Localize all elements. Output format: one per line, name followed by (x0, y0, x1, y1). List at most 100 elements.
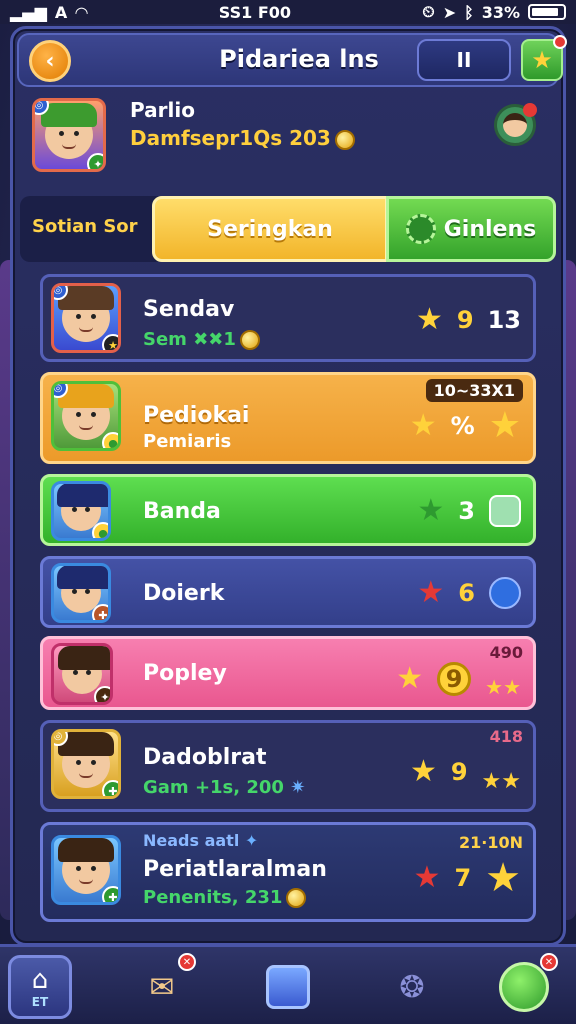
star-icon: ★ (415, 302, 443, 337)
row-name: Banda (143, 499, 221, 524)
notification-badge-icon: ✕ (540, 953, 558, 971)
row-sub: Pemiaris (143, 431, 232, 452)
sparkle-icon: ✦ (244, 831, 259, 850)
plus-badge-icon: ✚ (102, 886, 118, 902)
two-stars-icon: ★★ (485, 675, 521, 699)
player-subtitle: Damfsepr1Qs 203 (130, 126, 355, 150)
list-item[interactable]: ✚ Neads aatl ✦ 21·10N Periatlaralman Pen… (40, 822, 536, 922)
home-icon: ⌂ (31, 965, 49, 995)
row-name: Popley (143, 661, 227, 686)
row-avatar: ◎ ✚ (51, 729, 121, 799)
nav-chat-button[interactable]: ❂ (380, 955, 444, 1019)
location-icon: ➤ (442, 2, 457, 22)
section-label: Sotian Sor (32, 216, 138, 237)
row-value: 9 (456, 306, 474, 334)
gem-icon (489, 495, 521, 527)
status-right: ⏲ ➤ ᛒ 33% (422, 2, 566, 22)
orb-icon (489, 577, 521, 609)
badge-icon: ✚ (92, 604, 108, 620)
signal-icon: ▂▄▆ (10, 2, 47, 22)
coin-icon (286, 888, 307, 908)
tab-bar: Sotian Sor Seringkan Ginlens (20, 196, 556, 262)
row-value: % (450, 412, 475, 440)
player-name: Parlio (130, 98, 195, 122)
pause-button[interactable]: II (417, 39, 511, 81)
coin-badge-icon: ● (102, 432, 118, 448)
row-value: 6 (458, 579, 475, 607)
scroll-icon: ✉ (149, 969, 175, 1005)
row-avatar: ◎ ● (51, 381, 121, 451)
list-item[interactable]: ◎ ★ Sendav Sem ✖✖1 ★ 9 13 (40, 274, 536, 362)
plus-badge-icon: ✚ (102, 780, 118, 796)
chat-icon: ❂ (399, 969, 425, 1005)
star-icon: ★ (409, 753, 437, 789)
bluetooth-icon: ᛒ (464, 2, 474, 22)
bottom-nav: ⌂ ET ✉ ✕ ❂ ✕ (0, 944, 576, 1024)
spark-icon: ✷ (290, 777, 306, 798)
two-stars-icon: ★★ (481, 769, 521, 794)
back-arrow-icon: ‹ (45, 48, 55, 74)
gear-icon (405, 214, 436, 244)
back-button[interactable]: ‹ (29, 40, 71, 82)
row-extra: 13 (487, 306, 521, 334)
coin-icon (334, 129, 355, 150)
plus-badge-icon: ✦ (87, 153, 103, 169)
star-icon: ★ (396, 661, 424, 696)
row-avatar: ✚ (51, 835, 121, 905)
row-stats: ★ 3 (417, 495, 521, 527)
tab-seringkan[interactable]: Seringkan (152, 196, 388, 262)
status-bar: ▂▄▆ A ◠ SS1 F00 ⏲ ➤ ᛒ 33% (0, 0, 576, 24)
tab-ginlens[interactable]: Ginlens (386, 196, 556, 262)
battery-percent: 33% (481, 2, 520, 22)
row-sub: Sem ✖✖1 (143, 329, 260, 350)
list-item[interactable]: ✦ 490 Popley ★ 9 ★★ (40, 636, 536, 710)
row-stats: ★ 6 (417, 577, 521, 609)
row-name: Periatlaralman (143, 857, 327, 882)
nav-shield-button[interactable] (256, 955, 320, 1019)
badge-icon: ✦ (94, 686, 110, 702)
star-icon: ★ (413, 860, 441, 895)
star-icon: ★ (417, 575, 445, 610)
shield-icon (266, 965, 310, 1009)
row-avatar: ● (51, 481, 111, 541)
player-avatar[interactable]: ◎ ✦ (32, 98, 106, 172)
list-item[interactable]: ● Banda ★ 3 (40, 474, 536, 546)
star-icon: ★ (409, 408, 437, 443)
row-stats: ★ 9 13 (416, 305, 521, 335)
row-name: Doierk (143, 581, 225, 606)
tab-ginlens-label: Ginlens (443, 216, 537, 242)
row-value: 3 (458, 497, 475, 525)
row-name: Dadoblrat (143, 745, 267, 770)
nav-home-label: ET (31, 995, 49, 1009)
star-badge-icon: ★ (102, 334, 118, 350)
row-avatar: ✦ (51, 643, 113, 705)
list-item[interactable]: ✚ Doierk ★ 6 (40, 556, 536, 628)
friend-face-icon (503, 113, 527, 137)
notification-dot (553, 35, 567, 49)
row-stats: ★ 7 ★ (413, 858, 521, 898)
list-item[interactable]: ◎ ✚ 418 Dadoblrat Gam +1s, 200 ✷ ★ 9 ★★ (40, 720, 536, 812)
page-title: Pidariea lns (219, 45, 379, 73)
row-sub: Gam +1s, 200 ✷ (143, 777, 306, 798)
row-name: Pediokai (143, 403, 250, 428)
green-orb-icon (499, 962, 549, 1012)
coin-icon (239, 330, 260, 350)
nav-play-button[interactable]: ✕ (492, 953, 558, 1019)
nav-scroll-button[interactable]: ✉ ✕ (130, 953, 196, 1019)
header-bar: ‹ Pidariea lns II ★ (17, 33, 567, 87)
profile-section: ◎ ✦ Parlio Damfsepr1Qs 203 (20, 92, 540, 184)
nav-home-button[interactable]: ⌂ ET (8, 955, 72, 1019)
favorites-button[interactable]: ★ (521, 35, 567, 81)
row-stats: ★ % ★ (409, 405, 521, 446)
friend-avatar[interactable] (494, 103, 537, 146)
row-value: 9 (437, 662, 472, 696)
big-star-icon: ★ (488, 405, 521, 446)
row-value: 7 (454, 864, 472, 892)
row-value: 9 (450, 757, 468, 786)
row-tag: 10~33X1 (425, 379, 523, 402)
star-icon: ★ (531, 46, 553, 74)
status-left: ▂▄▆ A ◠ (10, 3, 88, 22)
row-tag: 21·10N (459, 833, 523, 852)
list-item[interactable]: ◎ ● 10~33X1 Pediokai Pemiaris ★ % ★ (40, 372, 536, 464)
row-sub: Penenits, 231 (143, 887, 307, 908)
